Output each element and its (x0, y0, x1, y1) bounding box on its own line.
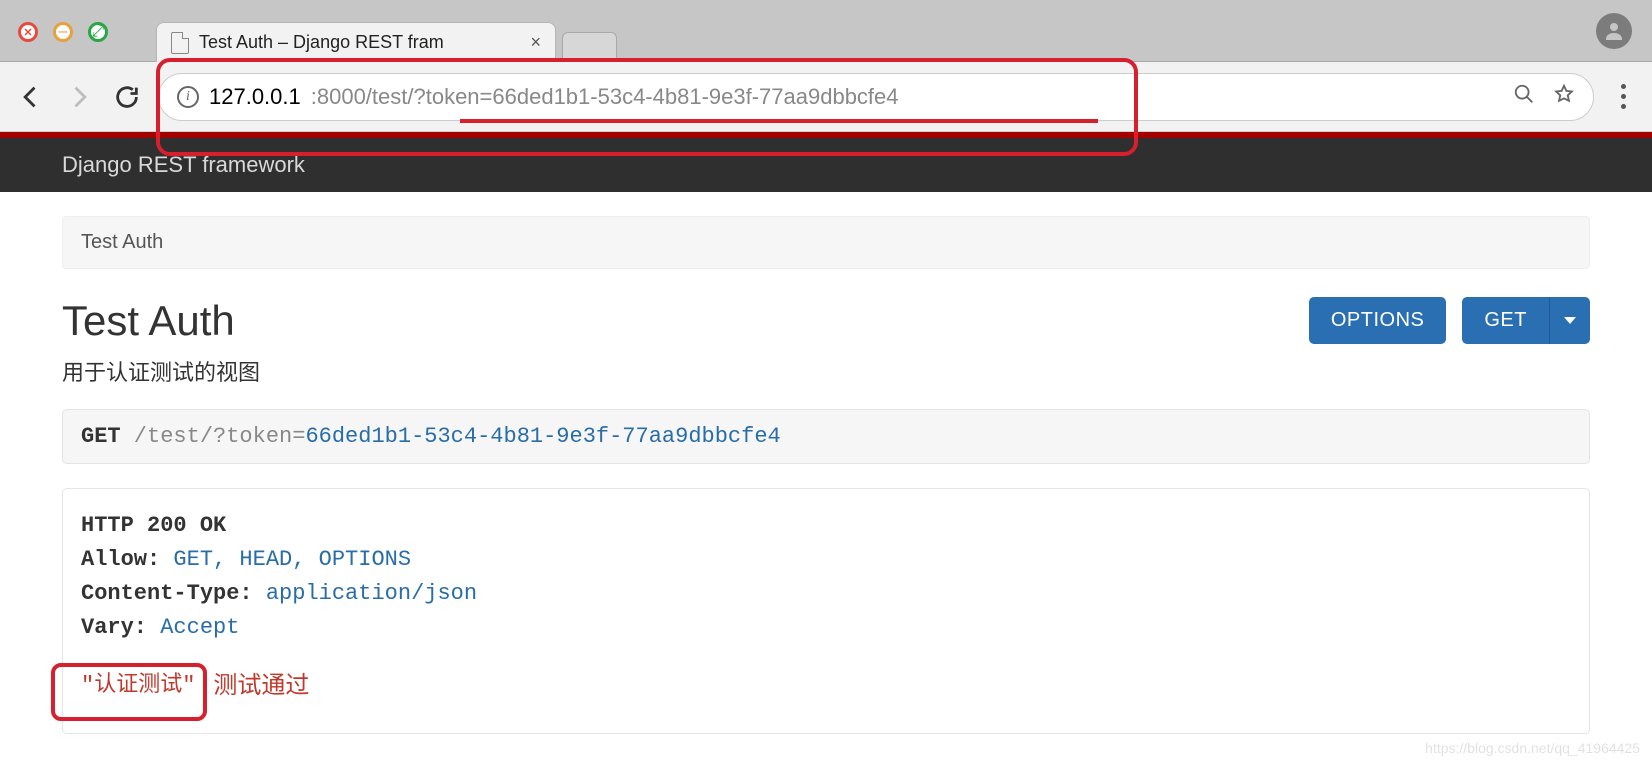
site-info-icon[interactable]: i (177, 86, 199, 108)
nav-back-button[interactable] (14, 80, 48, 114)
window-zoom-icon[interactable]: ⤢ (88, 22, 108, 42)
profile-icon[interactable] (1596, 13, 1632, 49)
get-button-label: GET (1484, 309, 1527, 332)
response-body: "认证测试" (81, 669, 195, 703)
url-path: :8000/test/?token=66ded1b1-53c4-4b81-9e3… (311, 84, 899, 110)
request-path: /test/? (121, 424, 227, 449)
response-header-row: Allow: GET, HEAD, OPTIONS (81, 543, 1571, 577)
breadcrumb-item: Test Auth (81, 231, 163, 253)
response-header-row: Vary: Accept (81, 611, 1571, 645)
response-block: HTTP 200 OK Allow: GET, HEAD, OPTIONS Co… (62, 488, 1590, 734)
chevron-down-icon (1564, 317, 1576, 324)
breadcrumb[interactable]: Test Auth (62, 216, 1590, 269)
get-dropdown-button[interactable] (1549, 297, 1590, 344)
browser-menu-icon[interactable] (1608, 84, 1638, 109)
site-navbar: Django REST framework (0, 138, 1652, 192)
browser-tab-active[interactable]: Test Auth – Django REST fram × (156, 22, 556, 62)
get-button[interactable]: GET (1462, 297, 1549, 344)
request-line: GET /test/?token=66ded1b1-53c4-4b81-9e3f… (62, 409, 1590, 464)
options-button[interactable]: OPTIONS (1309, 297, 1447, 344)
response-status: HTTP 200 OK (81, 513, 226, 538)
bookmark-star-icon[interactable] (1553, 83, 1575, 111)
brand-label[interactable]: Django REST framework (62, 152, 305, 177)
header-key: Vary: (81, 615, 147, 640)
tab-close-icon[interactable]: × (530, 32, 541, 53)
address-bar[interactable]: i 127.0.0.1 :8000/test/?token=66ded1b1-53… (158, 73, 1594, 121)
nav-reload-button[interactable] (110, 80, 144, 114)
zoom-icon[interactable] (1513, 83, 1535, 111)
response-header-row: Content-Type: application/json (81, 577, 1571, 611)
new-tab-button[interactable] (562, 32, 617, 62)
request-token-value: 66ded1b1-53c4-4b81-9e3f-77aa9dbbcfe4 (305, 424, 780, 449)
request-eq: = (292, 424, 305, 449)
annotation-text: 测试通过 (213, 667, 309, 704)
annotation-underline-url (460, 119, 1098, 123)
window-close-icon[interactable]: ✕ (18, 22, 38, 42)
request-method: GET (81, 424, 121, 449)
browser-tabstrip: ✕ – ⤢ Test Auth – Django REST fram × (0, 0, 1652, 62)
watermark: https://blog.csdn.net/qq_41964425 (1425, 740, 1640, 756)
header-key: Content-Type: (81, 581, 253, 606)
options-button-label: OPTIONS (1331, 309, 1425, 332)
window-controls: ✕ – ⤢ (0, 0, 126, 42)
file-icon (171, 32, 189, 54)
page-content: Django REST framework Test Auth Test Aut… (0, 132, 1652, 774)
page-title: Test Auth (62, 297, 260, 345)
header-value: GET, HEAD, OPTIONS (160, 547, 411, 572)
get-button-group: GET (1462, 297, 1590, 344)
nav-forward-button[interactable] (62, 80, 96, 114)
header-key: Allow: (81, 547, 160, 572)
header-value: Accept (147, 615, 239, 640)
header-value: application/json (253, 581, 477, 606)
page-description: 用于认证测试的视图 (62, 355, 260, 387)
window-minimize-icon[interactable]: – (53, 22, 73, 42)
tab-title: Test Auth – Django REST fram (199, 32, 444, 53)
request-token-key: token (226, 424, 292, 449)
url-host: 127.0.0.1 (209, 84, 301, 110)
